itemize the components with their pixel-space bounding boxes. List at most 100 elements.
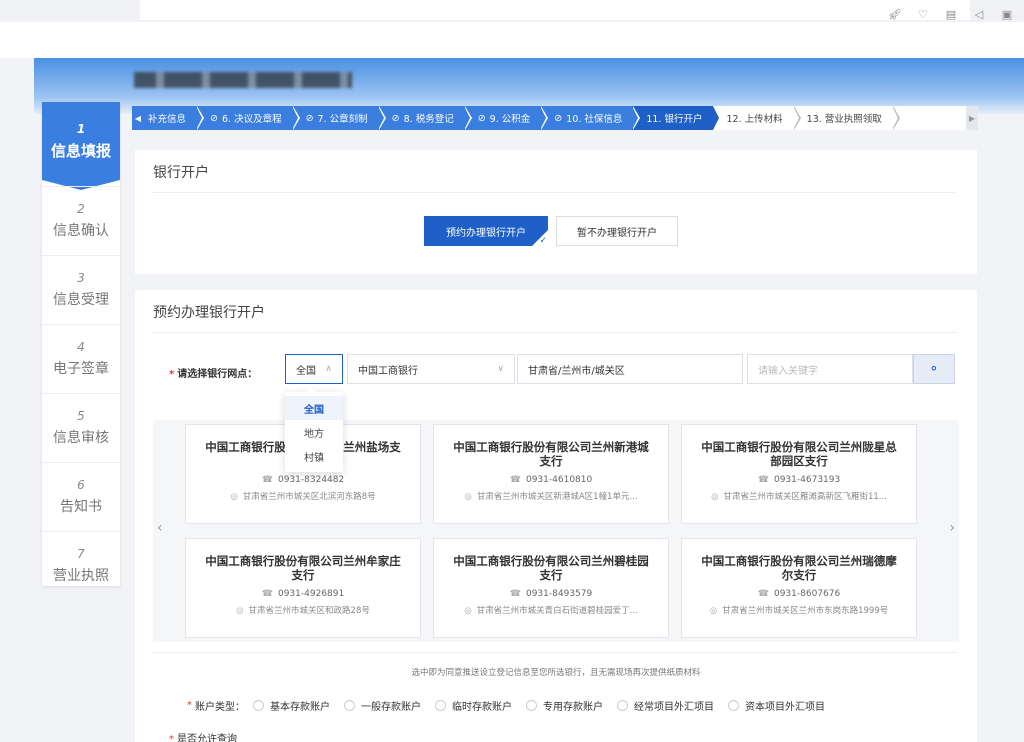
step-1[interactable]: 1 信息填报 — [42, 102, 120, 190]
chevron-down-icon: ∨ — [497, 364, 504, 374]
step-label: 告知书 — [60, 499, 102, 515]
address-text: 甘肃省兰州市城关区新港城A区1幢1单元... — [476, 492, 638, 502]
branch-card[interactable]: 中国工商银行股份有限公司兰州新港城支行 ☎ 0931-4610810 ◎ 甘肃省兰州… — [433, 424, 669, 524]
trash-icon[interactable]: ▤ — [944, 8, 958, 21]
rocket-icon[interactable]: 🚀︎ — [888, 8, 902, 21]
step-number: 5 — [77, 409, 85, 423]
radio-label: 经常项目外汇项目 — [634, 702, 714, 713]
phone-text: 0931-8324482 — [277, 475, 345, 485]
keyword-input[interactable]: 请输入关键字 — [747, 354, 913, 384]
check-circle-icon: ⊘ — [210, 112, 218, 124]
step-2[interactable]: 2 信息确认 — [42, 186, 120, 255]
phone-icon: ☎ — [509, 475, 521, 485]
radio-circle[interactable] — [728, 700, 739, 711]
account-type-label: 账户类型： — [195, 702, 245, 713]
account-type-radio[interactable]: 临时存款账户 — [435, 698, 512, 713]
check-circle-icon: ⊘ — [554, 112, 563, 124]
location-icon: ◎ — [236, 606, 244, 616]
substep-breadcrumb: ◀ 补充信息 ⊘ 6. 决议及章程 ⊘ 7. 公章刻制 ⊘ 8. 税务登记 ⊘ 9. 公… — [132, 106, 978, 130]
radio-label: 资本项目外汇项目 — [745, 702, 825, 713]
step-6[interactable]: 6 告知书 — [42, 462, 120, 531]
input-placeholder: 请输入关键字 — [758, 365, 818, 377]
skip-bank-button[interactable]: 暂不办理银行开户 — [556, 216, 678, 246]
branch-name: 中国工商银行股份有限公司兰州瑞德摩尔支行 — [701, 554, 897, 582]
branch-card[interactable]: 中国工商银行股份有限公司兰州陇星总部园区支行 ☎ 0931-4673193 ◎ 甘肃… — [681, 424, 917, 524]
select-value: 全国 — [296, 365, 316, 377]
branch-card[interactable]: 中国工商银行股份有限公司兰州瑞德摩尔支行 ☎ 0931-8607676 ◎ 甘肃省兰… — [681, 538, 917, 638]
button-label: 暂不办理银行开户 — [577, 227, 657, 239]
crumb-bank[interactable]: 11. 银行开户 — [632, 106, 721, 130]
chevron-left-icon[interactable]: ◀ — [132, 106, 144, 130]
search-button[interactable]: ⚬ — [913, 354, 955, 384]
reserve-bank-button[interactable]: 预约办理银行开户 ✓ — [424, 216, 548, 246]
chevron-up-icon: ∧ — [325, 364, 332, 374]
crumb-fund[interactable]: ⊘ 9. 公积金 — [463, 106, 548, 130]
account-type-radio[interactable]: 基本存款账户 — [253, 698, 330, 713]
branch-address: ◎ 甘肃省兰州市城关区和政路28号 — [186, 604, 420, 616]
address-bar[interactable] — [140, 0, 970, 20]
query-permission-row: * 是否允许查询 — [169, 730, 237, 742]
step-label: 信息审核 — [53, 430, 109, 446]
blurred-company-name — [134, 72, 352, 88]
step-4[interactable]: 4 电子签章 — [42, 324, 120, 393]
phone-icon: ☎ — [509, 589, 521, 599]
account-type-radio[interactable]: 资本项目外汇项目 — [728, 698, 825, 713]
scope-select[interactable]: 全国 ∧ — [285, 354, 343, 384]
consent-notice: 选中即为同意推送设立登记信息至您所选银行，且无需现场再次提供纸质材料 — [411, 668, 701, 678]
crumb-social[interactable]: ⊘ 10. 社保信息 — [540, 106, 641, 130]
radio-circle[interactable] — [617, 700, 628, 711]
crumb-supplement[interactable]: 补充信息 — [144, 106, 205, 130]
account-type-radio[interactable]: 专用存款账户 — [526, 698, 603, 713]
crumb-label: 13. 营业执照领取 — [806, 114, 882, 125]
chevron-right-icon[interactable]: ▶ — [966, 106, 978, 130]
radio-circle[interactable] — [435, 700, 446, 711]
crumb-label: 10. 社保信息 — [566, 114, 623, 125]
dropdown-option[interactable]: 村镇 — [285, 444, 343, 468]
crumb-tax[interactable]: ⊘ 8. 税务登记 — [377, 106, 472, 130]
crumb-label: 6. 决议及章程 — [221, 114, 282, 125]
account-type-radio[interactable]: 一般存款账户 — [344, 698, 421, 713]
radio-circle[interactable] — [253, 700, 264, 711]
branch-select-label: * 请选择银行网点： — [169, 365, 257, 380]
crumb-seal[interactable]: ⊘ 7. 公章刻制 — [291, 106, 386, 130]
heart-icon[interactable]: ♡ — [916, 8, 930, 21]
phone-text: 0931-4926891 — [277, 589, 345, 599]
radio-circle[interactable] — [344, 700, 355, 711]
branch-name: 中国工商银行股份有限公司兰州碧桂园支行 — [453, 554, 649, 582]
bank-select[interactable]: 中国工商银行 ∨ — [347, 354, 515, 384]
step-7[interactable]: 7 营业执照 — [42, 531, 120, 600]
account-type-radio[interactable]: 经常项目外汇项目 — [617, 698, 714, 713]
crumb-license[interactable]: 13. 营业执照领取 — [792, 106, 900, 130]
divider — [153, 652, 957, 653]
crumb-resolution[interactable]: ⊘ 6. 决议及章程 — [196, 106, 300, 130]
branch-address: ◎ 甘肃省兰州市城关区新港城A区1幢1单元... — [434, 490, 668, 502]
region-select[interactable]: 甘肃省/兰州市/城关区 — [517, 354, 743, 384]
required-mark: * — [169, 369, 175, 380]
chevron-left-icon[interactable]: ‹ — [157, 520, 163, 536]
step-number: 2 — [77, 202, 85, 216]
crumb-label: 8. 税务登记 — [403, 114, 454, 125]
button-label: 预约办理银行开户 — [446, 227, 526, 239]
step-label: 信息填报 — [50, 141, 111, 160]
dropdown-option[interactable]: 地方 — [285, 420, 343, 444]
step-5[interactable]: 5 信息审核 — [42, 393, 120, 462]
branch-card[interactable]: 中国工商银行股份有限公司兰州牟家庄支行 ☎ 0931-4926891 ◎ 甘肃省兰州… — [185, 538, 421, 638]
speaker-icon[interactable]: ◁ — [972, 8, 986, 21]
radio-circle[interactable] — [526, 700, 537, 711]
crumb-upload[interactable]: 12. 上传材料 — [712, 106, 801, 130]
select-value: 中国工商银行 — [358, 365, 418, 377]
step-3[interactable]: 3 信息受理 — [42, 255, 120, 324]
dropdown-option[interactable]: 全国 — [285, 396, 343, 420]
panel-title: 预约办理银行开户 — [153, 305, 265, 321]
address-text: 甘肃省兰州市城关区兰州市东岗东路1999号 — [722, 606, 889, 616]
chevron-right-icon[interactable]: › — [949, 520, 955, 536]
phone-icon: ☎ — [261, 589, 273, 599]
branch-name: 中国工商银行股份有限公司兰州牟家庄支行 — [205, 554, 401, 582]
window-icon[interactable]: ▣ — [1000, 8, 1014, 21]
step-label: 信息确认 — [53, 223, 109, 239]
radio-label: 临时存款账户 — [452, 702, 512, 713]
phone-text: 0931-4673193 — [773, 475, 841, 485]
divider — [153, 332, 957, 333]
branch-card[interactable]: 中国工商银行股份有限公司兰州碧桂园支行 ☎ 0931-8493579 ◎ 甘肃省兰州… — [433, 538, 669, 638]
step-number: 6 — [77, 478, 85, 492]
